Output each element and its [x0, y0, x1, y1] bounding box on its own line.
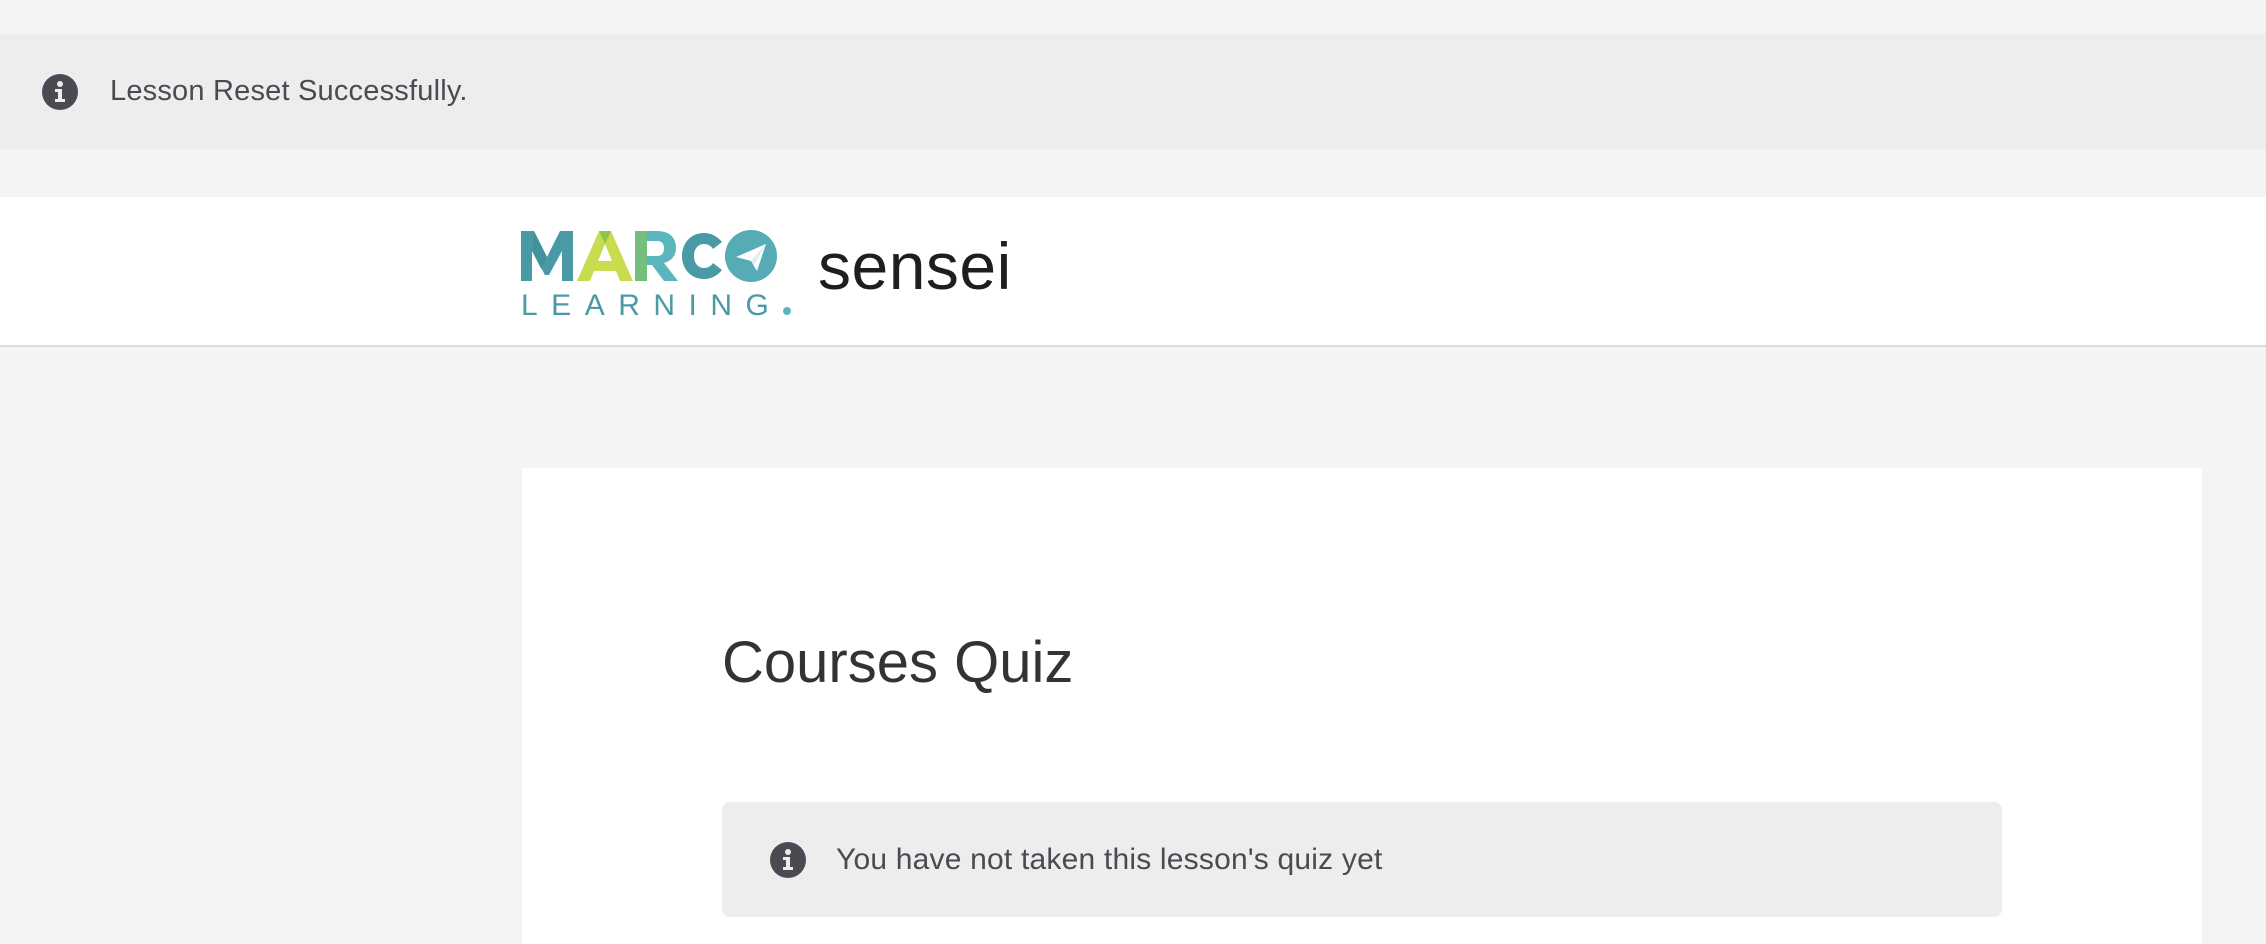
site-header: LEARNING sensei — [0, 197, 2266, 347]
marco-learning-logo[interactable]: LEARNING — [521, 227, 791, 322]
quiz-status-notice: You have not taken this lesson's quiz ye… — [722, 802, 2002, 917]
info-icon — [42, 73, 78, 110]
lesson-title: Courses Quiz — [722, 630, 1074, 695]
info-icon — [770, 841, 806, 878]
reset-notice-bar: Lesson Reset Successfully. — [0, 34, 2266, 149]
reset-notice-text: Lesson Reset Successfully. — [110, 75, 468, 107]
quiz-status-text: You have not taken this lesson's quiz ye… — [836, 842, 1383, 876]
svg-text:LEARNING: LEARNING — [521, 289, 782, 319]
site-title[interactable]: sensei — [818, 233, 1012, 299]
content-card: Courses Quiz You have not taken this les… — [522, 468, 2202, 944]
page: Lesson Reset Successfully. LEARNING sens… — [0, 0, 2266, 944]
